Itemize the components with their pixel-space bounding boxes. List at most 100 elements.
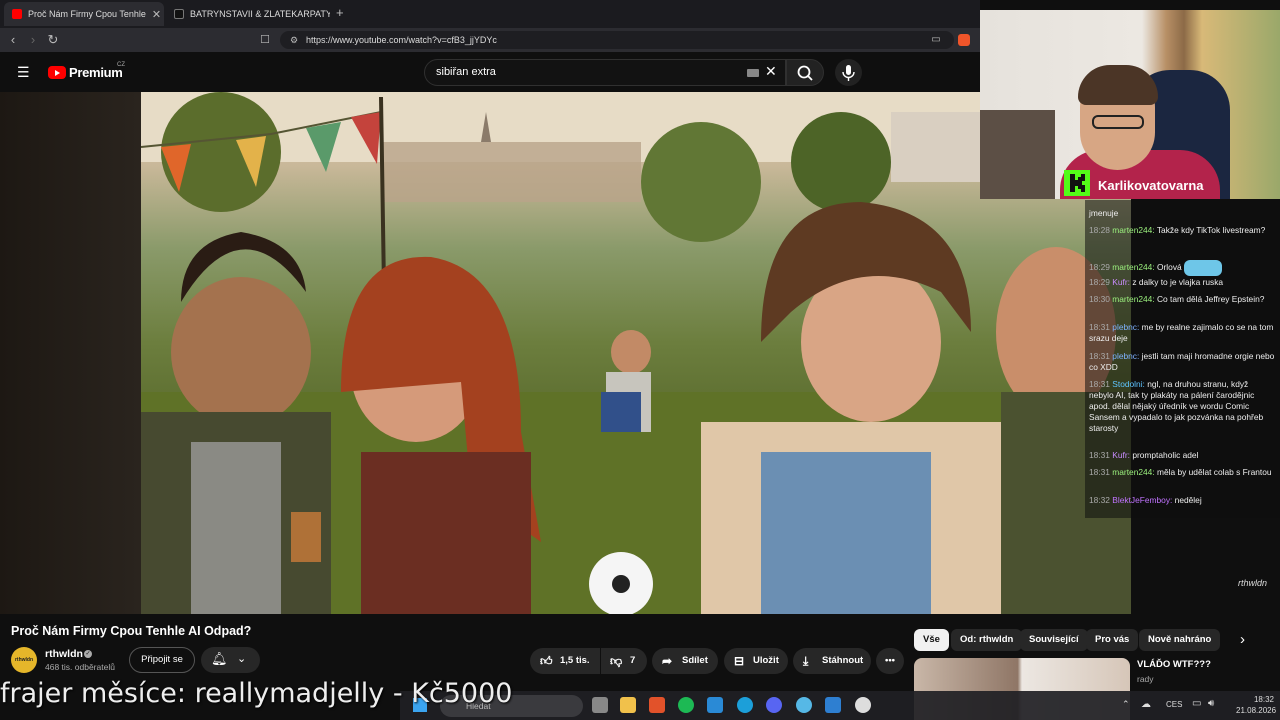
chat-message: 18:31 Kufr: promptaholic adel — [1089, 450, 1275, 461]
like-button[interactable]: 👍︎ 1,5 tis. — [530, 648, 600, 674]
thumbs-down-icon: 👎︎ — [610, 654, 623, 668]
menu-icon[interactable]: ☰ — [17, 65, 31, 79]
volume-icon[interactable]: 🔊︎ — [1208, 698, 1214, 709]
dislike-count: 7 — [630, 655, 636, 666]
address-bar[interactable]: https://www.youtube.com/watch?v=cfB3_jjY… — [280, 31, 954, 49]
chat-user: marten244: — [1112, 262, 1155, 273]
tab-inactive[interactable]: BATRYNSTAVII & ZLATEKARPATY (@ — [166, 2, 330, 26]
save-button[interactable]: ⊟ Uložit — [724, 648, 788, 674]
back-icon[interactable]: ‹ — [5, 32, 21, 48]
chip-all[interactable]: Vše — [914, 629, 949, 651]
brave-browser-icon[interactable] — [649, 697, 665, 713]
keyboard-icon[interactable] — [747, 69, 759, 77]
chat-message: jmenuje — [1089, 208, 1275, 219]
chat-message: 18:31 plebnc: me by realne zajimalo co s… — [1089, 322, 1275, 344]
site-info-icon[interactable]: ⚙ — [286, 32, 302, 48]
edge-icon[interactable] — [737, 697, 753, 713]
chat-text: Takže kdy TikTok livestream? — [1156, 225, 1266, 235]
browser-nav-bar: ‹ › ↻ ☐ https://www.youtube.com/watch?v=… — [0, 28, 980, 52]
webcam-bed — [980, 110, 1055, 199]
channel-name[interactable]: rthwldn — [45, 648, 83, 660]
tray-chevron-icon[interactable]: ⌃ — [1122, 699, 1130, 710]
app-icon[interactable] — [796, 697, 812, 713]
chip-recently-uploaded[interactable]: Nově nahráno — [1139, 629, 1221, 651]
brave-shield-icon[interactable] — [958, 34, 970, 46]
webcam-glasses-icon — [1092, 115, 1144, 129]
chat-message: 18:31 plebnc: jestli tam maji hromadne o… — [1089, 351, 1275, 373]
chat-time: 18:32 — [1089, 495, 1110, 505]
recommended-title[interactable]: VLÁĎO WTF??? — [1137, 659, 1211, 670]
chat-message: 18:28 marten244: Takže kdy TikTok livest… — [1089, 225, 1275, 236]
save-label: Uložit — [753, 655, 779, 666]
recommended-channel[interactable]: rady — [1137, 674, 1154, 684]
chat-text: Co tam dělá Jeffrey Epstein? — [1157, 294, 1265, 304]
cloud-icon[interactable]: ☁ — [1141, 699, 1151, 710]
chat-time: 18:30 — [1089, 294, 1110, 304]
search-input[interactable]: sibiřan extra — [424, 59, 786, 86]
more-icon: ••• — [885, 655, 895, 666]
share-button[interactable]: ➦ Sdílet — [652, 648, 718, 674]
youtube-logo-icon[interactable] — [48, 66, 66, 79]
voice-search-button[interactable] — [835, 59, 862, 86]
tab-title: Proč Nám Firmy Cpou Tenhle — [28, 9, 146, 19]
region-code: CZ — [117, 62, 125, 68]
reload-icon[interactable]: ↻ — [45, 32, 61, 48]
share-icon: ➦ — [662, 654, 673, 668]
emote-icon — [1184, 260, 1222, 276]
like-count: 1,5 tis. — [560, 655, 590, 666]
chat-message: 18:29 marten244: Orlová — [1089, 260, 1275, 276]
video-title: Proč Nám Firmy Cpou Tenhle AI Odpad? — [11, 624, 252, 638]
chat-user: marten244: — [1112, 467, 1155, 477]
chat-user: Kufr: — [1112, 450, 1130, 460]
download-button[interactable]: ⤓ Stáhnout — [793, 648, 871, 674]
file-explorer-icon[interactable] — [620, 697, 636, 713]
cast-icon[interactable]: ▭ — [928, 32, 944, 48]
chat-user: BlektJeFemboy: — [1112, 495, 1173, 505]
microphone-icon — [842, 65, 855, 81]
more-actions-button[interactable]: ••• — [876, 648, 904, 674]
verified-icon: ✓ — [84, 650, 92, 658]
chat-time: 18:31 — [1089, 450, 1110, 460]
subscribe-notification-button[interactable]: 🔔︎ ⌄ — [201, 647, 260, 673]
chat-time: 18:31 — [1089, 379, 1110, 389]
chat-text: jmenuje — [1089, 208, 1119, 218]
dislike-button[interactable]: 👎︎ 7 — [601, 648, 647, 674]
chat-time: 18:29 — [1089, 262, 1110, 273]
download-icon: ⤓ — [803, 654, 809, 668]
forward-icon[interactable]: › — [25, 32, 41, 48]
chip-for-you[interactable]: Pro vás — [1086, 629, 1139, 651]
youtube-logo-text[interactable]: Premium — [69, 65, 123, 80]
kick-logo-icon — [1064, 170, 1090, 196]
language-indicator[interactable]: CES — [1166, 700, 1182, 709]
chip-from-channel[interactable]: Od: rthwldn — [951, 629, 1023, 651]
download-label: Stáhnout — [822, 655, 864, 666]
task-view-icon[interactable] — [592, 697, 608, 713]
chat-user: plebnc: — [1112, 351, 1140, 361]
thumbs-up-icon: 👍︎ — [540, 654, 553, 668]
chat-message: 18:29 Kufr: z dalky to je vlajka ruska — [1089, 277, 1275, 288]
chip-related[interactable]: Související — [1020, 629, 1088, 651]
spotify-icon[interactable] — [678, 697, 694, 713]
clear-search-icon[interactable]: ✕ — [765, 63, 777, 80]
clock-time: 18:32 — [1253, 695, 1274, 704]
subscriber-count: 468 tis. odběratelů — [45, 662, 115, 672]
taskbar-clock[interactable]: 18:32 21.08.2026 — [1236, 694, 1277, 716]
bookmark-icon[interactable]: ☐ — [257, 32, 273, 48]
chevron-right-icon[interactable]: › — [1240, 631, 1245, 648]
obs-icon[interactable] — [855, 697, 871, 713]
tab-active[interactable]: Proč Nám Firmy Cpou Tenhle ✕ — [4, 2, 164, 26]
join-button[interactable]: Připojit se — [129, 647, 195, 673]
new-tab-icon[interactable]: + — [336, 5, 344, 20]
video-player[interactable] — [0, 92, 1131, 614]
chat-text: nedělej — [1174, 495, 1202, 505]
webcam-streamer-hair — [1078, 65, 1158, 105]
clock-date: 21.08.2026 — [1236, 706, 1277, 715]
vscode-icon[interactable] — [707, 697, 723, 713]
chat-time: 18:29 — [1089, 277, 1110, 287]
discord-icon[interactable] — [766, 697, 782, 713]
close-tab-icon[interactable]: ✕ — [146, 8, 161, 21]
search-button[interactable] — [786, 59, 824, 86]
channel-avatar[interactable]: rthwldn — [11, 647, 37, 673]
network-icon[interactable]: ▭ — [1192, 698, 1201, 709]
photos-icon[interactable] — [825, 697, 841, 713]
